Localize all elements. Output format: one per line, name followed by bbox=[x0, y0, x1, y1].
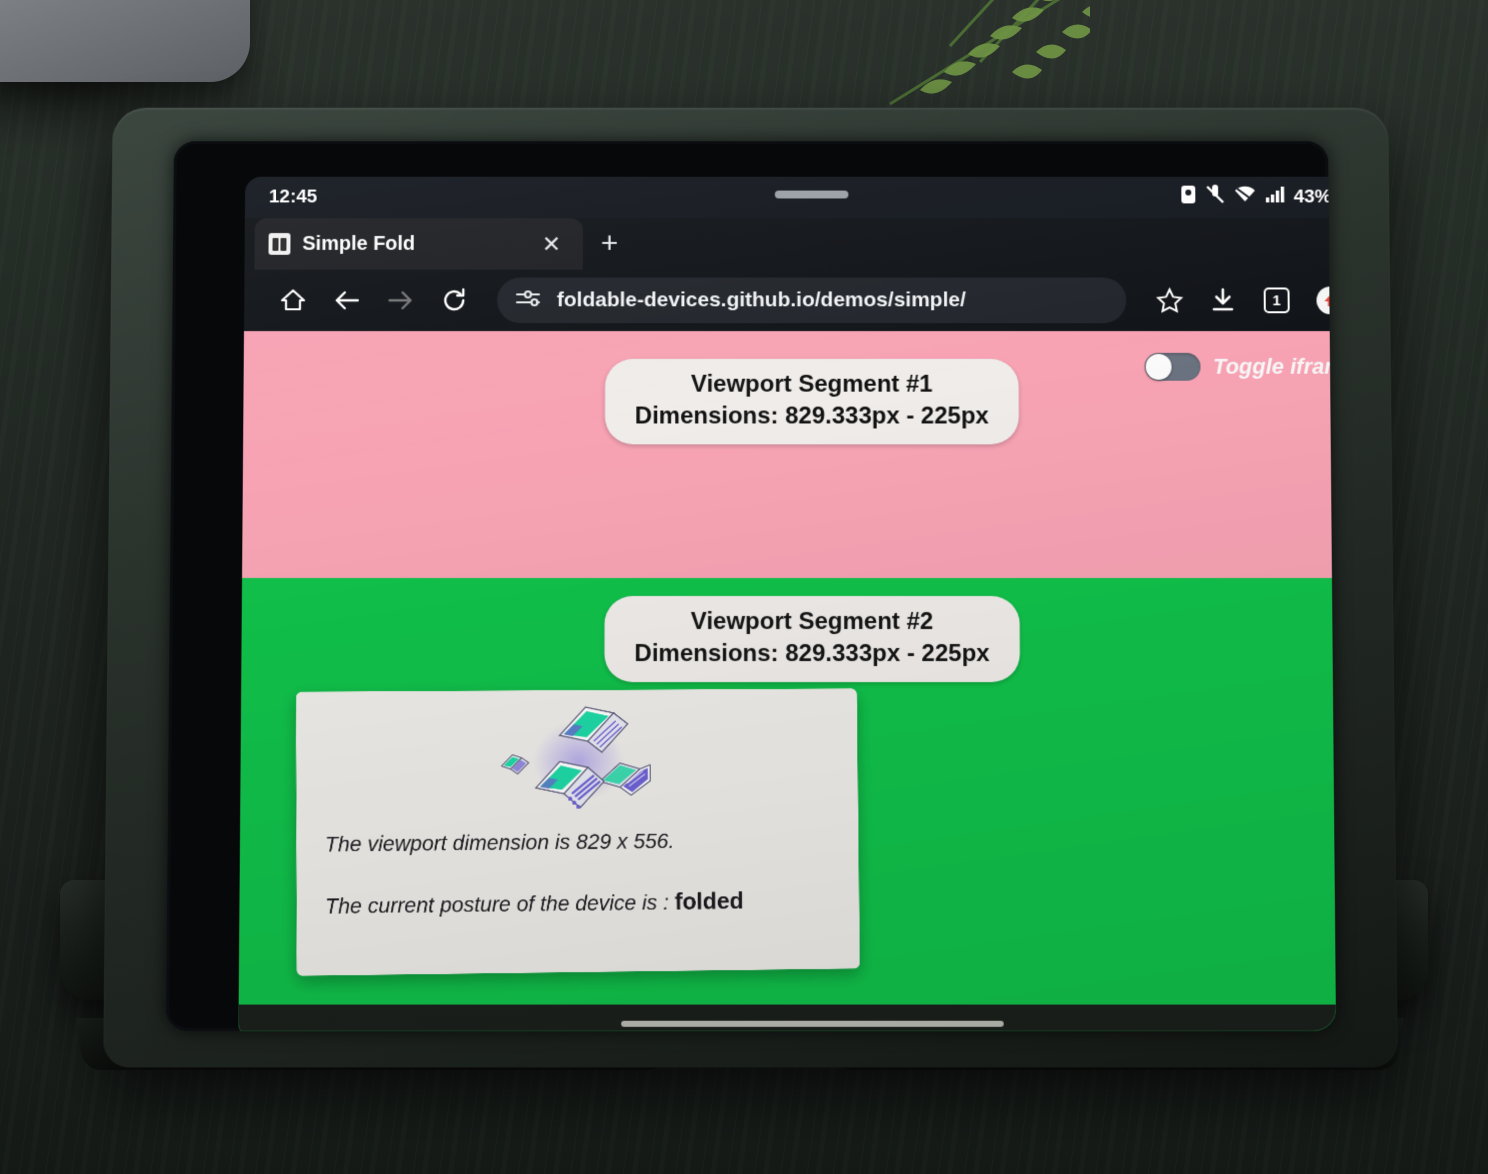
profile-update-icon[interactable] bbox=[1303, 274, 1337, 328]
wifi-icon bbox=[1234, 186, 1256, 210]
url-text[interactable]: foldable-devices.github.io/demos/simple/ bbox=[557, 288, 966, 312]
device-posture-value: folded bbox=[674, 886, 744, 914]
microphone-off-icon bbox=[1205, 185, 1225, 211]
status-bar: 12:45 43% bbox=[244, 176, 1337, 219]
system-navigation-bar bbox=[238, 1004, 1337, 1031]
toggle-iframe-switch[interactable] bbox=[1144, 352, 1201, 381]
tab-counter-button[interactable]: 1 bbox=[1250, 274, 1304, 328]
segment-1-label-card: Viewport Segment #1 Dimensions: 829.333p… bbox=[604, 358, 1019, 445]
download-icon[interactable] bbox=[1196, 274, 1250, 328]
grey-bowl bbox=[0, 0, 250, 82]
toggle-iframe-label: Toggle iframe bbox=[1212, 353, 1337, 379]
browser-tab-simple-fold[interactable]: Simple Fold ✕ bbox=[254, 218, 583, 270]
page-settings-icon[interactable] bbox=[515, 288, 541, 313]
toggle-iframe-control[interactable]: Toggle iframe bbox=[1144, 352, 1337, 381]
star-icon[interactable] bbox=[1142, 274, 1196, 328]
browser-toolbar: foldable-devices.github.io/demos/simple/… bbox=[243, 269, 1337, 332]
segment-2-title: Viewport Segment #2 bbox=[690, 607, 934, 636]
device-bezel: 12:45 43% Simple Fold ✕ + foldable-devic… bbox=[165, 141, 1337, 1031]
tab-count-label: 1 bbox=[1263, 287, 1290, 314]
foldable-devices-illustration bbox=[296, 688, 858, 829]
sim-card-icon bbox=[1180, 185, 1196, 211]
photo-background: 12:45 43% Simple Fold ✕ + foldable-devic… bbox=[0, 0, 1488, 1174]
new-tab-icon[interactable]: + bbox=[601, 227, 619, 260]
fern-plant-icon bbox=[830, 0, 1112, 106]
device-posture-line: The current posture of the device is : f… bbox=[325, 882, 832, 923]
tab-strip: Simple Fold ✕ + bbox=[244, 218, 1337, 270]
viewport-segment-1: Viewport Segment #1 Dimensions: 829.333p… bbox=[242, 331, 1337, 579]
address-bar[interactable]: foldable-devices.github.io/demos/simple/ bbox=[497, 277, 1127, 324]
speaker-grille-icon bbox=[774, 190, 849, 199]
device-info-card: The viewport dimension is 829 x 556. The… bbox=[295, 688, 860, 976]
tab-title: Simple Fold bbox=[302, 232, 416, 255]
card-text-block: The viewport dimension is 829 x 556. The… bbox=[296, 824, 859, 923]
segment-2-dimensions: Dimensions: 829.333px - 225px bbox=[634, 639, 990, 667]
segment-1-title: Viewport Segment #1 bbox=[691, 370, 933, 398]
close-icon[interactable]: ✕ bbox=[536, 231, 567, 257]
home-icon[interactable] bbox=[266, 274, 320, 328]
status-bar-clock: 12:45 bbox=[268, 186, 318, 208]
profile-avatar bbox=[1316, 286, 1337, 315]
segment-1-dimensions: Dimensions: 829.333px - 225px bbox=[634, 402, 989, 430]
reload-icon[interactable] bbox=[427, 274, 481, 328]
device-screen: 12:45 43% Simple Fold ✕ + foldable-devic… bbox=[238, 176, 1337, 1031]
foldable-device-case: 12:45 43% Simple Fold ✕ + foldable-devic… bbox=[103, 107, 1398, 1068]
viewport-dimension-text: The viewport dimension is 829 x 556. bbox=[324, 829, 675, 857]
status-bar-icons: 43% bbox=[1180, 185, 1336, 211]
battery-percent-label: 43% bbox=[1293, 186, 1332, 208]
gesture-navigation-pill[interactable] bbox=[621, 1020, 1004, 1027]
foldable-device-favicon bbox=[268, 233, 291, 255]
toggle-knob bbox=[1145, 353, 1172, 380]
back-arrow-icon[interactable] bbox=[320, 274, 374, 328]
segment-2-label-card: Viewport Segment #2 Dimensions: 829.333p… bbox=[604, 595, 1020, 683]
web-page-content: Viewport Segment #1 Dimensions: 829.333p… bbox=[238, 331, 1337, 1031]
forward-arrow-icon bbox=[374, 274, 428, 328]
cellular-signal-icon bbox=[1265, 186, 1285, 210]
device-posture-label: The current posture of the device is : bbox=[325, 890, 675, 919]
